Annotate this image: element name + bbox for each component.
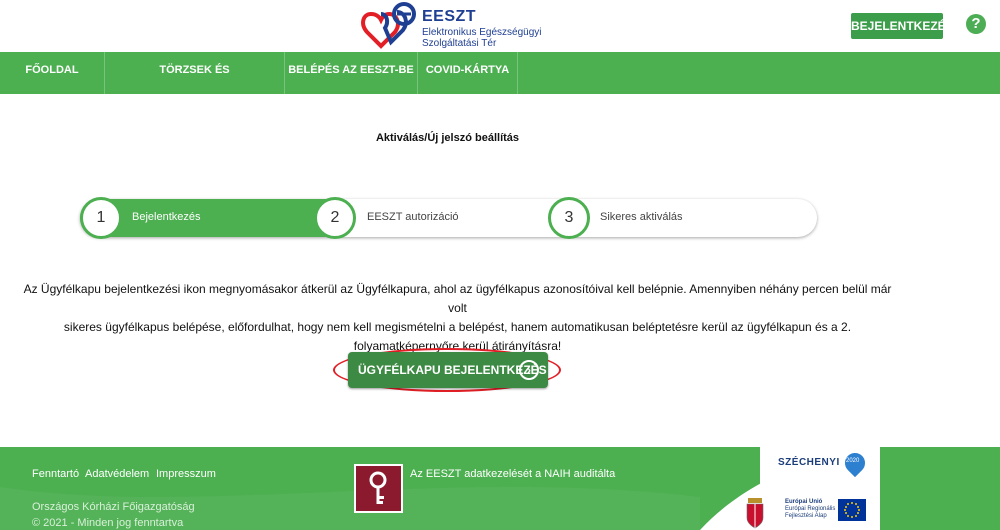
eu-flag-icon (838, 499, 866, 521)
nav-item-registers[interactable]: TÖRZSEK ÉS NYILVÁNTARTÁSOK (105, 52, 285, 112)
logo-subtitle-line-2: Szolgáltatási Tér (422, 38, 497, 49)
footer-link-fenntarto[interactable]: Fenntartó (32, 468, 79, 480)
step-3-label: Sikeres aktiválás (600, 211, 683, 223)
eu-line-1: Európai Unió (785, 499, 823, 505)
info-line-1: Az Ügyfélkapu bejelentkezési ikon megnyo… (23, 282, 892, 315)
naih-badge[interactable] (354, 464, 403, 513)
naih-audit-link[interactable]: Az EESZT adatkezelését a NAIH auditálta (410, 468, 615, 480)
eu-line-3: Fejlesztési Alap (785, 513, 827, 519)
key-icon (369, 471, 387, 504)
help-icon[interactable]: ? (966, 14, 986, 34)
login-button[interactable]: BEJELENTKEZÉS (851, 13, 954, 39)
copyright: © 2021 - Minden jog fenntartva (32, 517, 184, 529)
organization-name: Országos Kórházi Főigazgatóság (32, 501, 195, 513)
szechenyi-year: 2020 (846, 458, 860, 464)
step-1-circle: 1 (80, 197, 122, 239)
main-nav: FŐOLDAL TÖRZSEK ÉS NYILVÁNTARTÁSOK BELÉP… (0, 52, 1000, 112)
header: EESZT Elektronikus Egészségügyi Szolgált… (0, 0, 1000, 52)
step-2-circle: 2 (314, 197, 356, 239)
eeszt-logo[interactable]: EESZT Elektronikus Egészségügyi Szolgált… (357, 2, 557, 52)
footer-link-impresszum[interactable]: Impresszum (156, 468, 216, 480)
logo-subtitle: Elektronikus Egészségügyi Szolgáltatási … (422, 27, 542, 49)
logo-subtitle-line-1: Elektronikus Egészségügyi (422, 27, 542, 38)
eu-fund-text: Európai Unió Európai Regionális Fejleszt… (785, 499, 835, 520)
eu-line-2: Európai Regionális (785, 506, 836, 512)
step-3-circle: 3 (548, 197, 590, 239)
hungarian-coat-of-arms-icon (746, 498, 764, 529)
heart-logo-icon (361, 2, 416, 49)
nav-item-covid-card[interactable]: COVID-KÁRTYA (418, 52, 518, 94)
szechenyi-label: SZÉCHENYI (778, 457, 840, 468)
ugyfelkapu-login-button[interactable]: ÜGYFÉLKAPU BEJELENTKEZÉS › (348, 352, 548, 388)
footer-link-adatvedelem[interactable]: Adatvédelem (85, 468, 149, 480)
info-line-2: sikeres ügyfélkapus belépése, előfordulh… (63, 320, 852, 334)
logo-title: EESZT (422, 8, 477, 25)
info-text: Az Ügyfélkapu bejelentkezési ikon megnyo… (20, 280, 895, 356)
nav-item-home[interactable]: FŐOLDAL (0, 52, 105, 94)
footer: Fenntartó Adatvédelem Impresszum Az EESZ… (0, 447, 1000, 530)
nav-item-eeszt-login[interactable]: BELÉPÉS AZ EESZT-BE (285, 52, 418, 94)
step-1-label: Bejelentkezés (132, 211, 201, 223)
chevron-right-icon: › (519, 360, 539, 380)
step-2-label: EESZT autorizáció (367, 211, 459, 223)
progress-stepper: 1 Bejelentkezés 2 EESZT autorizáció 3 Si… (80, 197, 817, 239)
page-title: Aktiválás/Új jelszó beállítás (375, 132, 520, 144)
